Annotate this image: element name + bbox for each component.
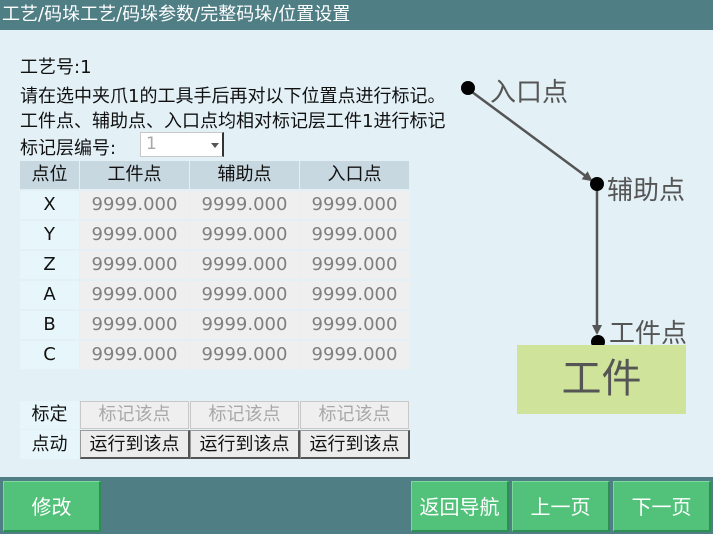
window-title: 工艺/码垛工艺/码垛参数/完整码垛/位置设置: [0, 0, 713, 30]
aux-point-label: 辅助点: [607, 176, 686, 206]
footer-bar: 修改 返回导航 上一页 下一页: [0, 477, 713, 534]
next-page-button[interactable]: 下一页: [613, 481, 711, 532]
back-navigation-button[interactable]: 返回导航: [411, 481, 509, 532]
main-panel: 工艺号:1 请在选中夹爪1的工具手后再对以下位置点进行标记。 工件点、辅助点、入…: [0, 30, 713, 477]
work-point-label: 工件点: [609, 319, 688, 349]
aux-point-dot: [590, 177, 604, 191]
modify-button[interactable]: 修改: [3, 481, 101, 532]
workpiece-block: 工件: [517, 345, 686, 414]
previous-page-button[interactable]: 上一页: [512, 481, 610, 532]
entry-point-label: 入口点: [490, 78, 569, 108]
entry-point-dot: [461, 81, 475, 95]
